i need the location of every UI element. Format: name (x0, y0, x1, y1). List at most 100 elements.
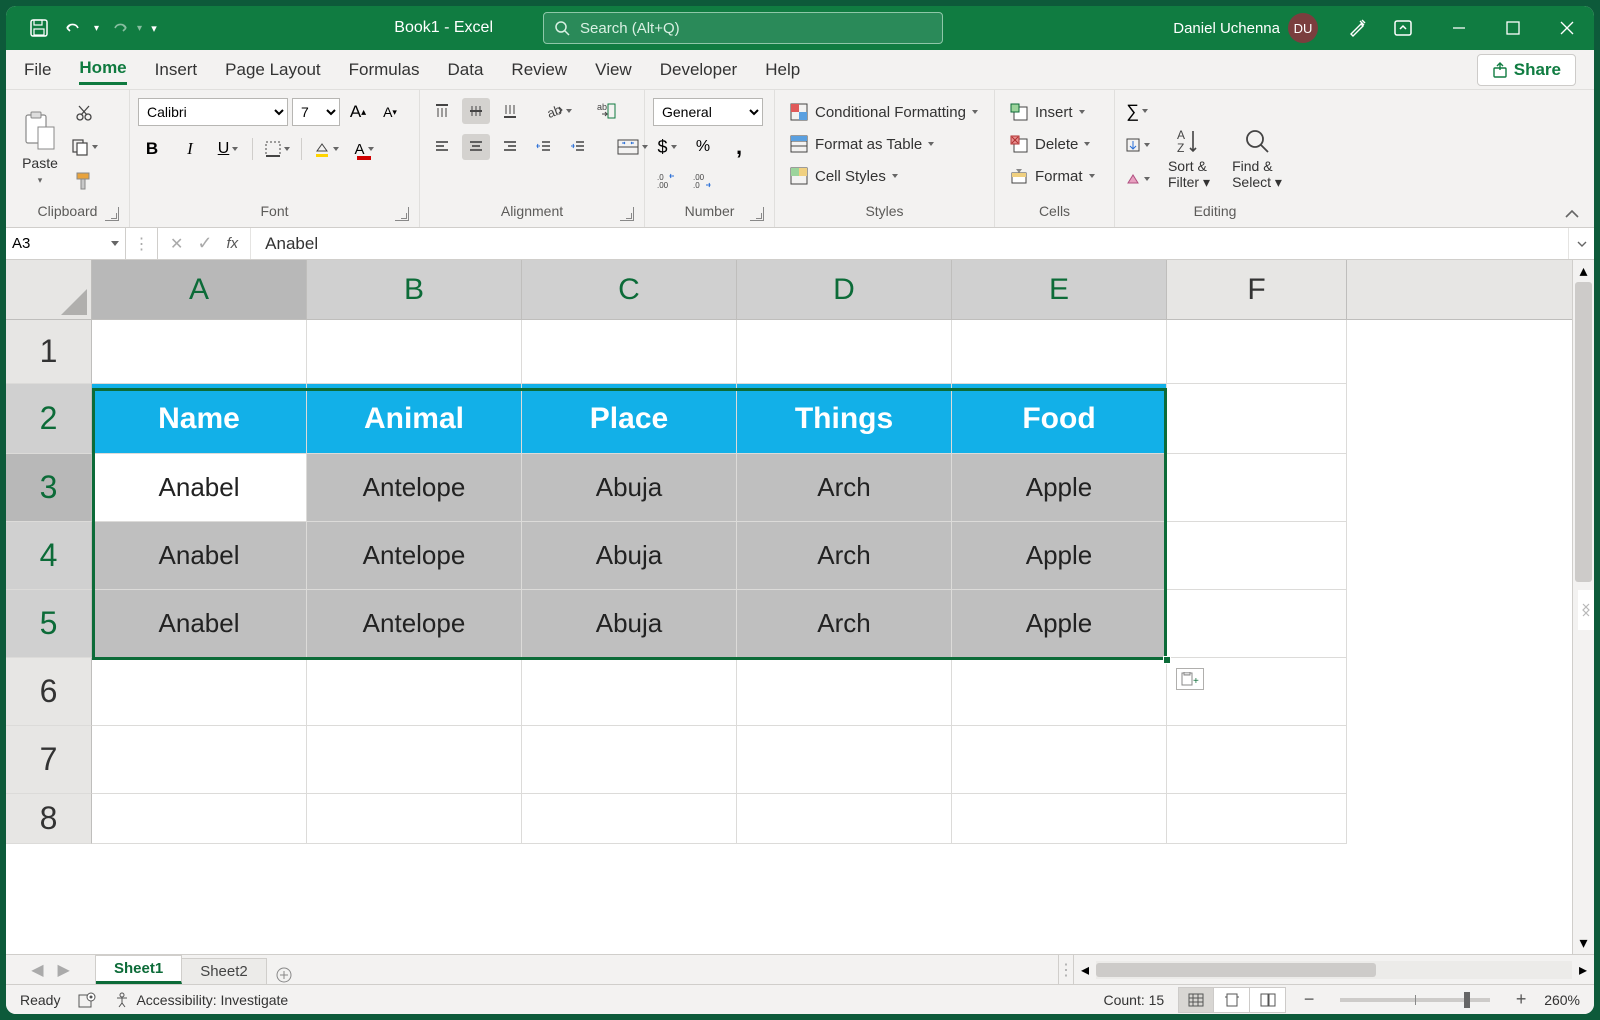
collapse-ribbon-button[interactable] (1564, 209, 1580, 221)
cell-B5[interactable]: Antelope (307, 590, 522, 658)
cell-E8[interactable] (952, 794, 1167, 844)
tab-review[interactable]: Review (511, 56, 567, 84)
alignment-launcher[interactable] (620, 207, 634, 221)
increase-font-button[interactable]: A▴ (344, 99, 372, 125)
wrap-text-button[interactable]: ab (592, 98, 620, 124)
cell-D3[interactable]: Arch (737, 454, 952, 522)
cell-C2[interactable]: Place (522, 384, 737, 454)
tab-developer[interactable]: Developer (660, 56, 738, 84)
accounting-button[interactable]: $ (653, 134, 681, 160)
fill-handle[interactable] (1163, 656, 1171, 664)
column-header-B[interactable]: B (307, 260, 522, 319)
share-button[interactable]: Share (1477, 54, 1576, 86)
cell-B6[interactable] (307, 658, 522, 726)
cell-D4[interactable]: Arch (737, 522, 952, 590)
column-header-D[interactable]: D (737, 260, 952, 319)
comma-button[interactable]: , (725, 134, 753, 160)
maximize-button[interactable] (1486, 6, 1540, 50)
redo-button[interactable] (101, 11, 135, 45)
format-cells-button[interactable]: Format (1003, 162, 1101, 190)
search-input[interactable]: Search (Alt+Q) (543, 12, 943, 44)
autosum-button[interactable]: ∑ (1123, 98, 1151, 124)
increase-indent-button[interactable] (564, 134, 592, 160)
ribbon-display-button[interactable] (1386, 11, 1420, 45)
cell-E4[interactable]: Apple (952, 522, 1167, 590)
zoom-out-button[interactable]: − (1300, 989, 1318, 1010)
cell-D2[interactable]: Things (737, 384, 952, 454)
fill-button[interactable] (1123, 132, 1151, 158)
cell-styles-button[interactable]: Cell Styles (783, 162, 904, 190)
scroll-right-button[interactable]: ▸ (1572, 959, 1594, 981)
zoom-level[interactable]: 260% (1544, 992, 1580, 1008)
find-select-button[interactable]: Find &Select ▾ (1227, 98, 1287, 194)
sheet-tab-sheet2[interactable]: Sheet2 (182, 958, 267, 984)
copy-button[interactable] (70, 134, 98, 160)
row-header-7[interactable]: 7 (6, 726, 92, 794)
cell-F3[interactable] (1167, 454, 1347, 522)
page-layout-view-button[interactable] (1214, 987, 1250, 1013)
sheet-nav-prev[interactable]: ◀ (31, 960, 43, 980)
page-break-view-button[interactable] (1250, 987, 1286, 1013)
sort-filter-button[interactable]: AZ Sort &Filter ▾ (1159, 98, 1219, 194)
horizontal-scrollbar[interactable]: ◂ ▸ (1074, 955, 1594, 984)
normal-view-button[interactable] (1178, 987, 1214, 1013)
tab-file[interactable]: File (24, 56, 51, 84)
expand-formula-bar[interactable] (1568, 228, 1594, 259)
cell-A3[interactable]: Anabel (92, 454, 307, 522)
row-header-2[interactable]: 2 (6, 384, 92, 454)
cancel-formula-button[interactable]: ✕ (170, 234, 183, 254)
scroll-down-button[interactable]: ▾ (1573, 932, 1594, 954)
font-size-select[interactable]: 7 (292, 98, 340, 126)
sheet-tab-sheet1[interactable]: Sheet1 (96, 955, 182, 984)
align-bottom-button[interactable] (496, 98, 524, 124)
cell-A8[interactable] (92, 794, 307, 844)
collapse-pane-button[interactable] (1578, 590, 1594, 630)
new-sheet-button[interactable] (267, 966, 301, 984)
cell-C8[interactable] (522, 794, 737, 844)
align-right-button[interactable] (496, 134, 524, 160)
format-painter-button[interactable] (70, 168, 98, 194)
cell-C1[interactable] (522, 320, 737, 384)
fx-icon[interactable]: fx (227, 235, 239, 252)
cell-F5[interactable] (1167, 590, 1347, 658)
name-box[interactable] (6, 228, 126, 259)
cell-F2[interactable] (1167, 384, 1347, 454)
cell-C7[interactable] (522, 726, 737, 794)
tab-home[interactable]: Home (79, 54, 126, 85)
decrease-indent-button[interactable] (530, 134, 558, 160)
cell-E6[interactable] (952, 658, 1167, 726)
cell-E1[interactable] (952, 320, 1167, 384)
cell-D6[interactable] (737, 658, 952, 726)
align-center-button[interactable] (462, 134, 490, 160)
cell-B7[interactable] (307, 726, 522, 794)
row-header-6[interactable]: 6 (6, 658, 92, 726)
column-header-E[interactable]: E (952, 260, 1167, 319)
cell-E7[interactable] (952, 726, 1167, 794)
accessibility-icon[interactable] (114, 992, 130, 1008)
cell-D1[interactable] (737, 320, 952, 384)
font-name-select[interactable]: Calibri (138, 98, 288, 126)
number-format-select[interactable]: General (653, 98, 763, 126)
vscroll-thumb[interactable] (1575, 282, 1592, 582)
name-box-input[interactable] (12, 235, 111, 252)
cell-C3[interactable]: Abuja (522, 454, 737, 522)
enter-formula-button[interactable]: ✓ (197, 233, 212, 254)
cell-B2[interactable]: Animal (307, 384, 522, 454)
pen-icon[interactable] (1340, 11, 1374, 45)
tab-data[interactable]: Data (448, 56, 484, 84)
macro-record-icon[interactable] (78, 992, 96, 1008)
align-top-button[interactable] (428, 98, 456, 124)
cell-D8[interactable] (737, 794, 952, 844)
accessibility-status[interactable]: Accessibility: Investigate (136, 992, 288, 1008)
cell-A6[interactable] (92, 658, 307, 726)
conditional-formatting-button[interactable]: Conditional Formatting (783, 98, 984, 126)
cell-A1[interactable] (92, 320, 307, 384)
account-button[interactable]: Daniel Uchenna DU (1173, 13, 1328, 43)
chevron-down-icon[interactable] (111, 241, 119, 246)
qat-customize[interactable]: ▾ (144, 11, 164, 45)
cell-A4[interactable]: Anabel (92, 522, 307, 590)
cell-F8[interactable] (1167, 794, 1347, 844)
cell-C6[interactable] (522, 658, 737, 726)
zoom-handle[interactable] (1464, 992, 1470, 1008)
clear-button[interactable] (1123, 166, 1151, 192)
